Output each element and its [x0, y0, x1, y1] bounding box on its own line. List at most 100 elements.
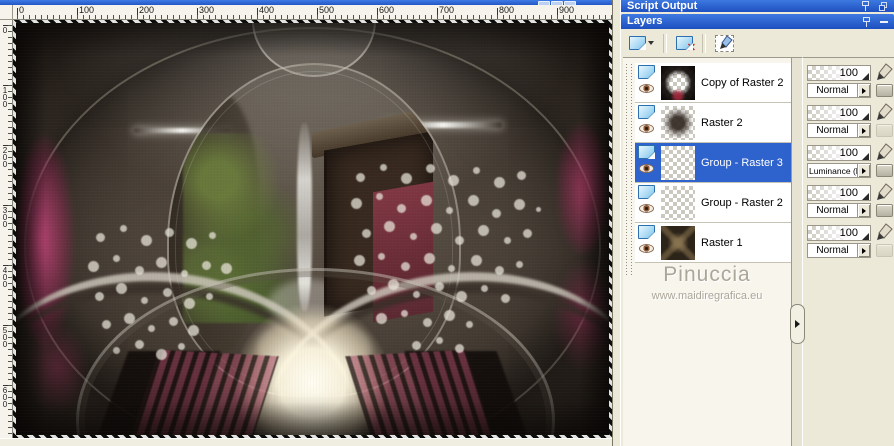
blend-mode-dropdown[interactable]: Normal [807, 123, 871, 138]
blend-mode-dropdown[interactable]: Normal [807, 243, 871, 258]
link-icon[interactable] [876, 84, 893, 97]
layer-thumbnail[interactable] [661, 146, 695, 180]
script-output-title: Script Output [627, 0, 698, 12]
link-icon[interactable] [876, 124, 893, 137]
new-layer-icon [629, 36, 646, 50]
brush-icon[interactable] [874, 62, 894, 82]
opacity-slider-handle[interactable] [862, 193, 869, 200]
chevron-down-icon [648, 41, 654, 45]
toolbar-separator [702, 33, 706, 53]
dropdown-arrow-button[interactable] [857, 244, 870, 257]
brush-icon[interactable] [874, 102, 894, 122]
layer-name: Raster 1 [701, 236, 743, 249]
dropdown-arrow-button[interactable] [857, 164, 870, 177]
horizontal-ruler: 0 100 200 300 400 500 600 700 800 900 [13, 5, 612, 20]
ruler-label: 5 0 0 [2, 326, 8, 349]
opacity-slider[interactable]: 100 [807, 145, 871, 161]
opacity-slider-handle[interactable] [862, 153, 869, 160]
visibility-eye-icon[interactable] [639, 164, 654, 173]
visibility-eye-icon[interactable] [639, 244, 654, 253]
brush-icon[interactable] [874, 142, 894, 162]
new-layer-button[interactable] [626, 33, 657, 53]
opacity-slider[interactable]: 100 [807, 65, 871, 81]
dropdown-arrow-button[interactable] [857, 84, 870, 97]
layer-thumbnail[interactable] [661, 66, 695, 100]
layer-name: Copy of Raster 2 [701, 76, 784, 89]
layer-type-icon [638, 225, 655, 239]
opacity-value: 100 [839, 67, 858, 79]
link-icon[interactable] [876, 204, 893, 217]
ruler-ticks [13, 5, 612, 19]
opacity-value: 100 [839, 227, 858, 239]
opacity-slider[interactable]: 100 [807, 225, 871, 241]
ruler-label: 6 0 0 [2, 386, 8, 409]
dock-gap [612, 0, 620, 446]
layer-thumbnail[interactable] [661, 226, 695, 260]
layer-name: Raster 2 [701, 116, 743, 129]
ruler-label: 4 0 0 [2, 266, 8, 289]
visibility-eye-icon[interactable] [639, 124, 654, 133]
layer-thumbnail[interactable] [661, 106, 695, 140]
layer-group-rail [623, 64, 635, 276]
opacity-slider[interactable]: 100 [807, 185, 871, 201]
layer-row[interactable]: Group - Raster 2 [635, 183, 791, 223]
edit-selection-button[interactable] [712, 32, 737, 55]
application-window: 0 100 200 300 400 500 600 700 800 900 0 1 0 0 2 0 0… [0, 0, 894, 446]
opacity-slider[interactable]: 100 [807, 105, 871, 121]
layer-row[interactable]: Raster 1 [635, 223, 791, 263]
layer-controls: 100 Normal [807, 223, 894, 263]
layer-controls: 100 Normal [807, 63, 894, 103]
opacity-slider-handle[interactable] [862, 113, 869, 120]
minimize-icon[interactable] [880, 20, 888, 23]
visibility-eye-icon[interactable] [639, 84, 654, 93]
edit-selection-icon [715, 34, 734, 52]
visibility-eye-icon[interactable] [639, 204, 654, 213]
chevron-right-icon [862, 127, 866, 134]
link-icon[interactable] [876, 164, 893, 177]
layer-row[interactable]: Copy of Raster 2 [635, 63, 791, 103]
layers-title: Layers [627, 15, 663, 27]
float-window-icon[interactable] [879, 1, 888, 11]
blend-mode-dropdown[interactable]: Normal [807, 203, 871, 218]
layer-type-icon [638, 65, 655, 79]
layer-thumbnail[interactable] [661, 186, 695, 220]
ruler-label: 300 [199, 5, 215, 15]
delete-layer-button[interactable]: ✕ [673, 33, 696, 54]
script-output-titlebar[interactable]: Script Output [621, 0, 894, 12]
opacity-slider-handle[interactable] [862, 233, 869, 240]
brush-icon[interactable] [874, 222, 894, 242]
vertical-ruler: 0 1 0 0 2 0 0 3 0 0 4 0 0 5 0 0 6 0 0 [0, 20, 13, 438]
chevron-right-icon [795, 320, 800, 328]
ruler-label: 900 [559, 5, 575, 15]
layer-name: Group - Raster 2 [701, 196, 783, 209]
link-icon[interactable] [876, 244, 893, 257]
layer-type-icon [638, 105, 655, 119]
blend-mode-value: Normal [816, 245, 849, 256]
ruler-label: 3 0 0 [2, 206, 8, 229]
layers-palette: Script Output Layers ✕ Copy of Raster 2 … [620, 0, 894, 446]
dropdown-arrow-button[interactable] [857, 124, 870, 137]
layer-name: Group - Raster 3 [701, 156, 783, 169]
ruler-label: 0 [2, 26, 8, 35]
palette-splitter[interactable] [790, 57, 805, 446]
blend-mode-dropdown[interactable]: Normal [807, 83, 871, 98]
blend-mode-dropdown[interactable]: Luminance (L) [807, 163, 871, 178]
pin-icon[interactable] [862, 16, 871, 27]
artwork-texture [16, 23, 609, 435]
canvas-image[interactable] [16, 23, 609, 435]
opacity-value: 100 [839, 107, 858, 119]
layer-row[interactable]: Raster 2 [635, 103, 791, 143]
layer-type-icon [638, 145, 655, 159]
layers-titlebar[interactable]: Layers [621, 14, 894, 29]
opacity-slider-handle[interactable] [862, 73, 869, 80]
pin-icon[interactable] [861, 1, 870, 11]
brush-icon[interactable] [874, 182, 894, 202]
ruler-label: 600 [379, 5, 395, 15]
layer-list: Copy of Raster 2 Raster 2 Group - Raster 3… [623, 57, 791, 446]
ruler-label: 100 [79, 5, 95, 15]
dropdown-arrow-button[interactable] [857, 204, 870, 217]
image-window: 0 100 200 300 400 500 600 700 800 900 0 1 0 0 2 0 0… [0, 0, 612, 446]
layer-row[interactable]: Group - Raster 3 [635, 143, 791, 183]
blend-mode-value: Normal [816, 85, 849, 96]
layers-toolbar: ✕ [623, 30, 892, 56]
